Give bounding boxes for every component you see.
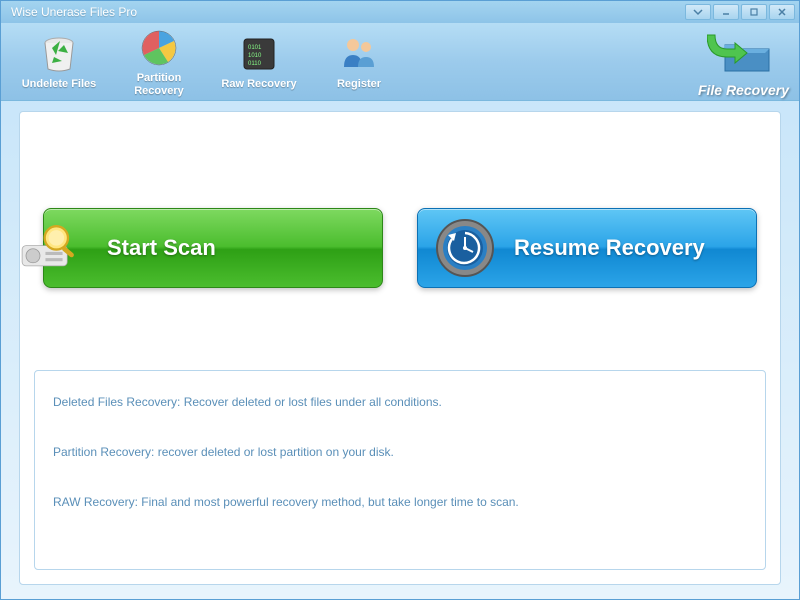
brand-label: File Recovery	[698, 82, 789, 98]
info-panel: Deleted Files Recovery: Recover deleted …	[34, 370, 766, 570]
raw-recovery-button[interactable]: 0101 1010 0110 Raw Recovery	[209, 28, 309, 95]
minimize-icon	[721, 7, 731, 17]
close-icon	[777, 7, 787, 17]
window-title: Wise Unerase Files Pro	[5, 5, 137, 19]
maximize-icon	[749, 7, 759, 17]
partition-recovery-button[interactable]: Partition Recovery	[109, 22, 209, 102]
svg-text:1010: 1010	[248, 53, 262, 59]
titlebar: Wise Unerase Files Pro	[1, 1, 799, 23]
toolbar-label: Undelete Files	[9, 78, 109, 91]
drive-magnifier-icon	[19, 213, 89, 283]
undelete-files-button[interactable]: Undelete Files	[9, 28, 109, 95]
maximize-button[interactable]	[741, 4, 767, 20]
app-window: Wise Unerase Files Pro	[0, 0, 800, 600]
people-icon	[309, 32, 409, 76]
dropdown-button[interactable]	[685, 4, 711, 20]
main-content: Start Scan Resume Recovery	[19, 111, 781, 585]
binary-chip-icon: 0101 1010 0110	[209, 32, 309, 76]
resume-recovery-button[interactable]: Resume Recovery	[417, 208, 757, 288]
start-scan-button[interactable]: Start Scan	[43, 208, 383, 288]
svg-text:0101: 0101	[248, 45, 262, 51]
info-deleted-files: Deleted Files Recovery: Recover deleted …	[53, 395, 747, 409]
start-scan-label: Start Scan	[107, 235, 216, 261]
folder-arrow-icon	[707, 31, 779, 75]
register-button[interactable]: Register	[309, 28, 409, 95]
info-raw: RAW Recovery: Final and most powerful re…	[53, 495, 747, 509]
toolbar: Undelete Files Partition Recovery 0101	[1, 23, 799, 101]
info-partition: Partition Recovery: recover deleted or l…	[53, 445, 747, 459]
toolbar-label: Partition Recovery	[109, 72, 209, 98]
resume-recovery-label: Resume Recovery	[514, 235, 705, 261]
main-buttons: Start Scan Resume Recovery	[40, 208, 760, 288]
recycle-bin-icon	[9, 32, 109, 76]
toolbar-label: Raw Recovery	[209, 78, 309, 91]
window-controls	[685, 4, 795, 20]
close-button[interactable]	[769, 4, 795, 20]
toolbar-label: Register	[309, 78, 409, 91]
chevron-down-icon	[693, 7, 703, 17]
svg-text:0110: 0110	[248, 61, 262, 67]
minimize-button[interactable]	[713, 4, 739, 20]
clock-restore-icon	[430, 213, 500, 283]
pie-chart-icon	[109, 26, 209, 70]
brand-logo: File Recovery	[698, 31, 789, 98]
